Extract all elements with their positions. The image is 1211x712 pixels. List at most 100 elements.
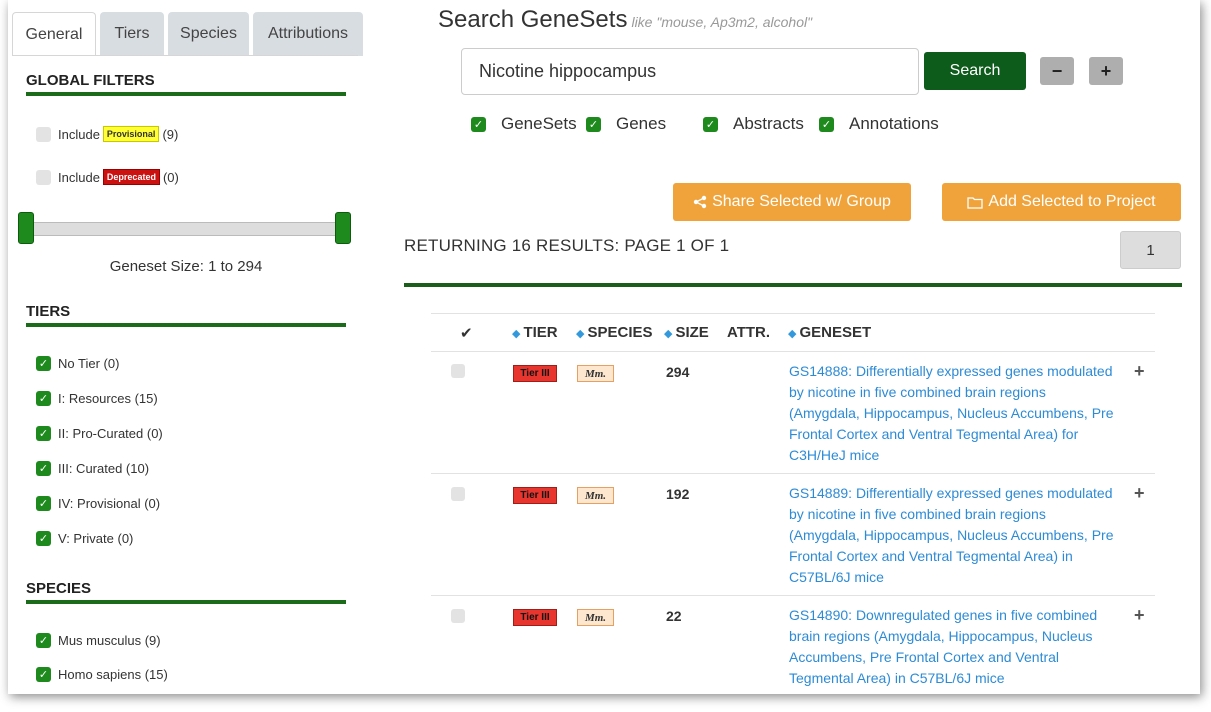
- row-divider: [431, 473, 1155, 474]
- tier-badge: Tier III: [513, 487, 557, 504]
- tier-filter-label: II: Pro-Curated (0): [58, 426, 163, 441]
- tier-filter-label: IV: Provisional (0): [58, 496, 161, 511]
- share-icon: [693, 195, 707, 209]
- check-icon[interactable]: ✓: [471, 116, 486, 132]
- tier-filter-item[interactable]: ✓ No Tier (0): [36, 356, 119, 371]
- check-icon[interactable]: ✓: [36, 356, 51, 371]
- check-icon[interactable]: ✓: [819, 116, 834, 132]
- minus-button[interactable]: −: [1040, 57, 1074, 85]
- tab-species[interactable]: Species: [168, 12, 249, 56]
- option-annotations[interactable]: ✓ Annotations: [819, 114, 939, 134]
- check-icon[interactable]: ✓: [36, 633, 51, 648]
- geneset-link[interactable]: GS14888: Differentially expressed genes …: [789, 361, 1119, 466]
- geneset-size-slider[interactable]: [26, 222, 350, 236]
- geneset-size: 294: [666, 364, 690, 380]
- page-button[interactable]: 1: [1120, 231, 1181, 269]
- share-selected-button[interactable]: Share Selected w/ Group: [673, 183, 911, 221]
- provisional-count: (9): [162, 126, 179, 142]
- tier-filter-item[interactable]: ✓ I: Resources (15): [36, 391, 158, 406]
- tiers-heading: TIERS: [26, 303, 346, 327]
- tier-badge: Tier III: [513, 365, 557, 382]
- app-window: General Tiers Species Attributions GLOBA…: [8, 0, 1200, 694]
- row-checkbox[interactable]: [451, 364, 465, 378]
- species-badge: Mm.: [577, 365, 614, 382]
- tab-tiers[interactable]: Tiers: [100, 12, 164, 56]
- include-provisional-checkbox[interactable]: [36, 126, 51, 142]
- option-label: Abstracts: [733, 114, 804, 133]
- check-icon[interactable]: ✓: [36, 496, 51, 511]
- check-icon[interactable]: ✓: [36, 461, 51, 476]
- tier-badge: Tier III: [513, 609, 557, 626]
- species-filter-label: Homo sapiens (15): [58, 667, 168, 682]
- tab-general[interactable]: General: [12, 12, 96, 56]
- results-divider: [404, 283, 1182, 287]
- tier-filter-label: III: Curated (10): [58, 461, 150, 476]
- search-button[interactable]: Search: [924, 52, 1026, 90]
- expand-row-icon[interactable]: +: [1134, 605, 1145, 626]
- add-to-project-button[interactable]: Add Selected to Project: [942, 183, 1181, 221]
- species-badge: Mm.: [577, 609, 614, 626]
- column-label: SPECIES: [587, 324, 653, 341]
- row-divider: [431, 595, 1155, 596]
- column-label: GENESET: [799, 324, 872, 341]
- check-icon[interactable]: ✓: [36, 667, 51, 682]
- option-genesets[interactable]: ✓ GeneSets: [471, 114, 577, 134]
- species-filter-item[interactable]: ✓ Mus musculus (9): [36, 633, 161, 648]
- check-icon[interactable]: ✓: [36, 391, 51, 406]
- tier-filter-item[interactable]: ✓ V: Private (0): [36, 531, 133, 546]
- tier-filter-item[interactable]: ✓ III: Curated (10): [36, 461, 149, 476]
- species-badge: Mm.: [577, 487, 614, 504]
- deprecated-count: (0): [162, 169, 179, 185]
- search-input[interactable]: [461, 48, 919, 95]
- column-species[interactable]: ◆ SPECIES: [576, 324, 653, 341]
- results-summary: RETURNING 16 RESULTS: PAGE 1 OF 1: [404, 236, 730, 255]
- include-label: Include: [58, 169, 100, 185]
- column-geneset[interactable]: ◆ GENESET: [788, 324, 871, 341]
- include-label: Include: [58, 126, 100, 142]
- sort-icon: ◆: [788, 328, 797, 340]
- provisional-badge: Provisional: [102, 126, 160, 142]
- include-provisional-filter[interactable]: Include Provisional (9): [36, 126, 178, 142]
- sidebar: General Tiers Species Attributions GLOBA…: [8, 0, 380, 694]
- expand-row-icon[interactable]: +: [1134, 361, 1145, 382]
- row-checkbox[interactable]: [451, 609, 465, 623]
- option-label: Genes: [616, 114, 667, 133]
- table-top-border: [431, 313, 1155, 314]
- global-filters-heading: GLOBAL FILTERS: [26, 72, 346, 96]
- row-checkbox[interactable]: [451, 487, 465, 501]
- tier-filter-item[interactable]: ✓ II: Pro-Curated (0): [36, 426, 163, 441]
- include-deprecated-checkbox[interactable]: [36, 169, 51, 185]
- select-all-column[interactable]: ✔: [460, 324, 473, 342]
- geneset-link[interactable]: GS14889: Differentially expressed genes …: [789, 483, 1119, 588]
- deprecated-badge: Deprecated: [102, 169, 160, 185]
- sort-icon: ◆: [512, 328, 521, 340]
- slider-min-handle[interactable]: [18, 212, 34, 244]
- sort-icon: ◆: [664, 328, 673, 340]
- column-tier[interactable]: ◆ TIER: [512, 324, 558, 341]
- search-heading: Search GeneSets: [438, 6, 628, 33]
- column-size[interactable]: ◆ SIZE: [664, 324, 709, 341]
- include-deprecated-filter[interactable]: Include Deprecated (0): [36, 169, 179, 185]
- check-icon[interactable]: ✓: [36, 426, 51, 441]
- plus-button[interactable]: +: [1089, 57, 1123, 85]
- option-label: Annotations: [849, 114, 939, 133]
- expand-row-icon[interactable]: +: [1134, 483, 1145, 504]
- tab-divider: [12, 55, 358, 56]
- tier-filter-label: No Tier (0): [58, 356, 120, 371]
- check-icon[interactable]: ✓: [703, 116, 718, 132]
- column-label: TIER: [523, 324, 558, 341]
- species-filter-item[interactable]: ✓ Homo sapiens (15): [36, 667, 168, 682]
- check-icon[interactable]: ✓: [36, 531, 51, 546]
- tier-filter-item[interactable]: ✓ IV: Provisional (0): [36, 496, 160, 511]
- slider-max-handle[interactable]: [335, 212, 351, 244]
- option-abstracts[interactable]: ✓ Abstracts: [703, 114, 804, 134]
- tab-attributions[interactable]: Attributions: [253, 12, 363, 56]
- option-label: GeneSets: [501, 114, 577, 133]
- header-divider: [431, 351, 1155, 352]
- species-heading: SPECIES: [26, 580, 346, 604]
- search-hint: like "mouse, Ap3m2, alcohol": [631, 14, 813, 30]
- share-selected-label: Share Selected w/ Group: [712, 193, 891, 210]
- check-icon[interactable]: ✓: [586, 116, 601, 132]
- option-genes[interactable]: ✓ Genes: [586, 114, 666, 134]
- geneset-link[interactable]: GS14890: Downregulated genes in five com…: [789, 605, 1119, 689]
